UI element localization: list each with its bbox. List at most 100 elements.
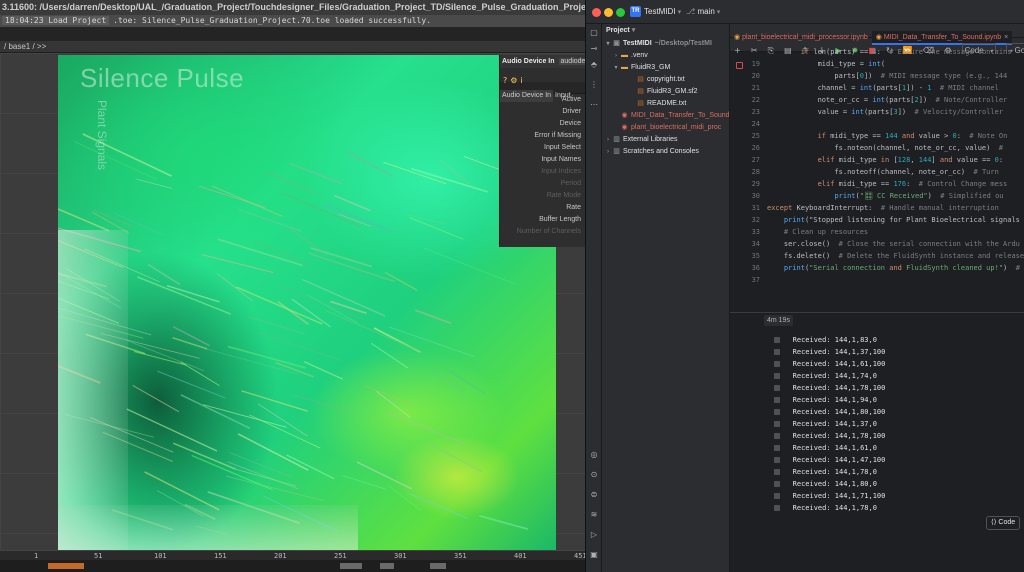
- particle-strand: [136, 276, 231, 315]
- param-row-label: Error if Missing: [534, 132, 581, 139]
- library-icon: ▥: [613, 148, 620, 155]
- particle-strand: [282, 192, 361, 228]
- line-number: 36: [751, 264, 760, 272]
- param-row-label: Driver: [562, 108, 581, 115]
- tree-item-label: README.txt: [647, 100, 687, 107]
- code-line: parts[0]) # MIDI message type (e.g., 144: [767, 72, 1008, 80]
- pull-requests-icon[interactable]: ⬘: [589, 60, 599, 70]
- particle-strand: [258, 332, 342, 361]
- visualization-viewer[interactable]: [58, 55, 556, 551]
- viz-frame-bottom: [58, 505, 358, 551]
- file-icon: ▤: [637, 88, 644, 95]
- editor-tabs: ◉plant_bioelectrical_midi_processor.ipyn…: [730, 24, 1024, 45]
- code-line: elif midi_type in [128, 144] and value =…: [817, 156, 1004, 164]
- structure-icon[interactable]: ⋮: [589, 80, 599, 90]
- particle-strand: [479, 515, 529, 530]
- output-line: Received: 144,1,78,100: [780, 432, 886, 440]
- chevron-icon[interactable]: ›: [612, 50, 620, 62]
- tree-item[interactable]: ▾ ▣ TestMIDI ~/Desktop/TestMI: [602, 38, 729, 50]
- particle-strand: [172, 336, 208, 350]
- particle-strand: [227, 345, 306, 369]
- services-icon[interactable]: ⊙: [589, 470, 599, 480]
- breakpoint-icon[interactable]: [736, 62, 743, 69]
- particle-strand: [356, 461, 413, 490]
- line-number: 30: [751, 192, 760, 200]
- output-line: Received: 144,1,71,100: [780, 492, 886, 500]
- python-console-icon[interactable]: ⊜: [589, 490, 599, 500]
- particle-strand: [376, 390, 411, 419]
- project-switcher[interactable]: TestMIDI ▾: [644, 0, 681, 25]
- layers-icon[interactable]: ≋: [589, 510, 599, 520]
- zoom-window-button[interactable]: [616, 8, 625, 17]
- tree-item[interactable]: › ▬ .venv: [602, 50, 729, 62]
- project-panel-title[interactable]: Project ▾: [602, 24, 729, 38]
- parameter-panel: Audio Device Inaudiodevin1 ?⚙i Audio Dev…: [499, 55, 585, 247]
- particle-strand: [410, 167, 489, 193]
- code-line: ser.close() # Close the serial connectio…: [767, 240, 1020, 248]
- td-pane-bar: [0, 27, 585, 41]
- code-line: fs.noteoff(channel, note_or_cc) # Turn: [767, 168, 999, 176]
- output-line: Received: 144,1,94,0: [780, 396, 877, 404]
- tree-item[interactable]: ▤ README.txt: [602, 98, 729, 110]
- tree-item-label: TestMIDI: [623, 40, 652, 47]
- chevron-icon[interactable]: ▾: [612, 62, 620, 74]
- tree-item-label: plant_bioelectrical_midi_proc: [631, 124, 722, 131]
- particle-strand: [216, 273, 254, 302]
- particle-strand: [308, 252, 395, 283]
- close-window-button[interactable]: [592, 8, 601, 17]
- operator-name-field[interactable]: audiodevin1: [558, 58, 585, 65]
- particle-strand: [136, 178, 173, 189]
- code-cell[interactable]: if len(parts) == 4: # Ensure the message…: [730, 48, 1024, 312]
- particle-strand: [202, 404, 287, 428]
- param-row-label: Buffer Length: [539, 216, 581, 223]
- particle-strand: [423, 247, 516, 285]
- folder-icon: ▣: [613, 40, 620, 47]
- tree-item-path: ~/Desktop/TestMI: [654, 40, 712, 47]
- timeline-ruler[interactable]: 1 51 101 151 201 251 301 351 401 451: [0, 550, 585, 560]
- tree-item[interactable]: › ▥ External Libraries: [602, 134, 729, 146]
- terminal-icon[interactable]: ▣: [589, 550, 599, 560]
- output-line: Received: 144,1,80,0: [780, 480, 877, 488]
- td-network-path[interactable]: / base1 / >>: [0, 41, 585, 53]
- branch-icon: ⎇: [686, 7, 698, 16]
- commit-icon[interactable]: ⊸: [589, 44, 599, 54]
- param-tab-audio-device-in[interactable]: Audio Device In: [500, 90, 554, 102]
- python-packages-icon[interactable]: ◎: [589, 450, 599, 460]
- timeline-block: [340, 563, 362, 569]
- branch-switcher[interactable]: ⎇ main ▾: [686, 0, 720, 25]
- particle-strand: [370, 342, 409, 369]
- folder-icon: ▬: [621, 64, 628, 71]
- tree-item[interactable]: ◉ plant_bioelectrical_midi_proc: [602, 122, 729, 134]
- chevron-icon[interactable]: ›: [604, 146, 612, 158]
- chevron-icon[interactable]: ›: [604, 134, 612, 146]
- code-line: elif midi_type == 176: # Control Change …: [817, 180, 1008, 188]
- more-tools-icon[interactable]: ⋯: [589, 100, 599, 110]
- particle-strand: [291, 394, 357, 414]
- tree-item[interactable]: ▾ ▬ FluidR3_GM: [602, 62, 729, 74]
- param-row-label: Input Indices: [541, 168, 581, 175]
- tree-item-label: .venv: [631, 52, 648, 59]
- timeline-bar[interactable]: [0, 560, 585, 572]
- code-line: print("Serial connection and FluidSynth …: [783, 264, 1020, 272]
- viz-vertical-text: Plant Signals: [95, 100, 109, 171]
- code-line: note_or_cc = int(parts[2]) # Note/Contro…: [767, 96, 1008, 104]
- chevron-icon[interactable]: ▾: [604, 38, 612, 50]
- tree-item[interactable]: ▤ FluidR3_GM.sf2: [602, 86, 729, 98]
- line-number: 35: [751, 252, 760, 260]
- particle-strand: [237, 433, 309, 471]
- minimize-window-button[interactable]: [604, 8, 613, 17]
- tree-item[interactable]: ▤ copyright.txt: [602, 74, 729, 86]
- folder-icon[interactable]: ▢: [589, 28, 599, 38]
- chevron-down-icon: ▾: [631, 27, 636, 34]
- particle-strand: [211, 185, 283, 217]
- particle-strand: [347, 151, 393, 177]
- run-icon[interactable]: ▷: [589, 530, 599, 540]
- add-code-cell-button[interactable]: ⟨⟩ Code: [986, 516, 1021, 530]
- particle-strand: [172, 326, 210, 347]
- tree-item[interactable]: › ▥ Scratches and Consoles: [602, 146, 729, 158]
- code-line: print("Stopped listening for Plant Bioel…: [783, 216, 1020, 224]
- tree-item[interactable]: ◉ MIDI_Data_Transfer_To_Sound: [602, 110, 729, 122]
- output-line: Received: 144,1,37,100: [780, 348, 886, 356]
- particle-strand: [126, 340, 205, 372]
- code-line: channel = int(parts[1]) - 1 # MIDI chann…: [767, 84, 999, 92]
